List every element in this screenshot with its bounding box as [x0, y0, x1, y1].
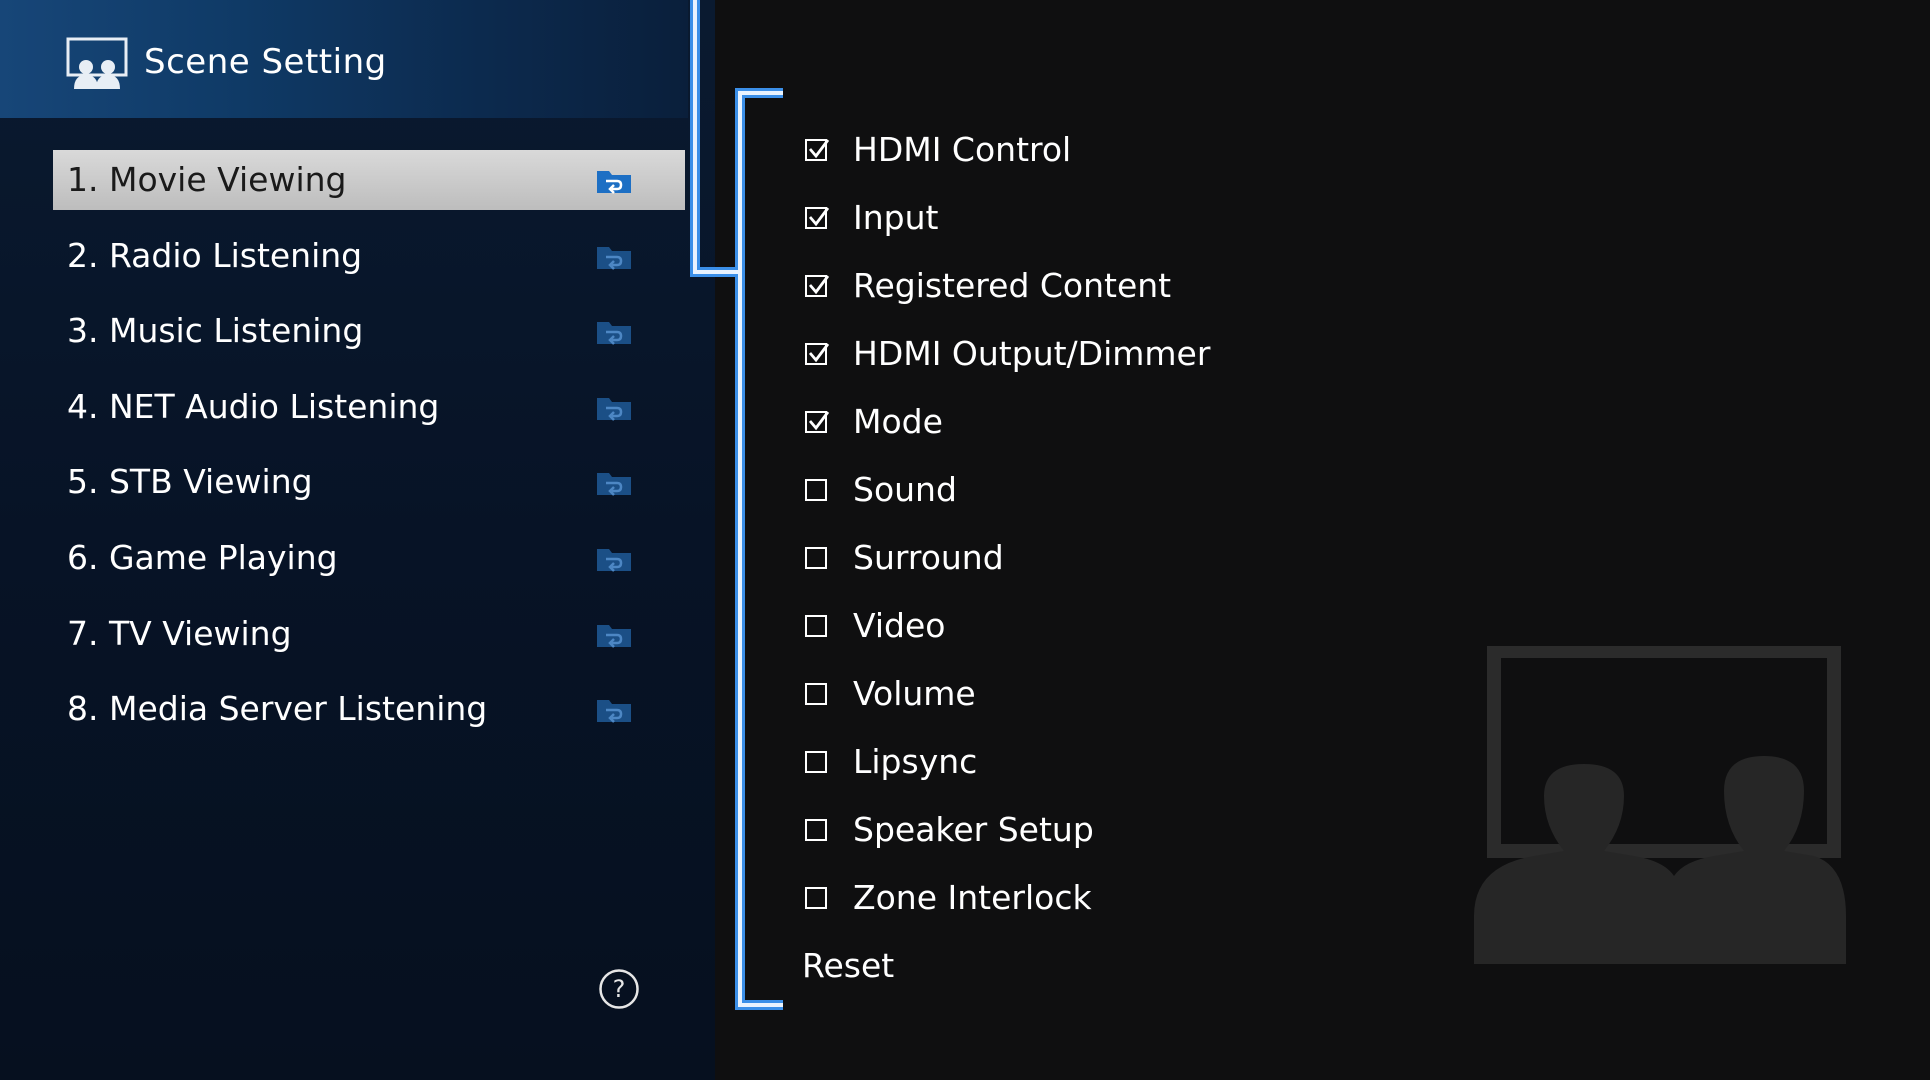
option-label: Lipsync — [853, 742, 978, 781]
option-label: Speaker Setup — [853, 810, 1094, 849]
scene-item-label: 2. Radio Listening — [67, 235, 363, 275]
scene-item-label: 3. Music Listening — [67, 311, 364, 351]
checkbox-checked-icon[interactable] — [805, 139, 830, 161]
checkbox-empty-icon[interactable] — [805, 615, 827, 637]
checkbox-empty-icon[interactable] — [805, 887, 827, 909]
scene-item-label: 8. Media Server Listening — [67, 689, 488, 729]
option-label: Sound — [853, 470, 957, 509]
checkbox-checked-icon[interactable] — [805, 343, 830, 365]
selection-bracket — [690, 0, 783, 1010]
option-label: Surround — [853, 538, 1004, 577]
reset-label: Reset — [802, 946, 895, 985]
option-label: Zone Interlock — [853, 878, 1092, 917]
scene-item-label: 4. NET Audio Listening — [67, 386, 440, 426]
scene-item[interactable]: 7. TV Viewing — [53, 604, 685, 664]
scene-item[interactable]: 6. Game Playing — [53, 528, 685, 588]
checkbox-empty-icon[interactable] — [805, 547, 827, 569]
option-label: HDMI Control — [853, 130, 1072, 169]
scene-item[interactable]: 4. NET Audio Listening — [53, 377, 685, 437]
option-label: Mode — [853, 402, 943, 441]
scene-recall-icon[interactable] — [595, 394, 633, 422]
scene-recall-icon[interactable] — [595, 696, 633, 724]
option-label: Registered Content — [853, 266, 1172, 305]
option-label: Video — [853, 606, 946, 645]
help-icon[interactable]: ? — [598, 968, 640, 1010]
scene-recall-icon[interactable] — [595, 318, 633, 346]
scene-item[interactable]: 3. Music Listening — [53, 301, 685, 361]
scene-recall-icon[interactable] — [595, 167, 633, 195]
scene-item-label: 6. Game Playing — [67, 537, 338, 577]
scene-list-panel: Scene Setting 1. Movie Viewing 2. Radio L… — [0, 0, 715, 1080]
scene-item[interactable]: 1. Movie Viewing — [53, 150, 685, 210]
scene-item-label: 7. TV Viewing — [67, 613, 292, 653]
checkbox-checked-icon[interactable] — [805, 207, 830, 229]
header-bar: Scene Setting — [0, 0, 688, 118]
scene-recall-icon[interactable] — [595, 545, 633, 573]
option-label: HDMI Output/Dimmer — [853, 334, 1211, 373]
scene-recall-icon[interactable] — [595, 469, 633, 497]
option-label: Volume — [853, 674, 976, 713]
checkbox-empty-icon[interactable] — [805, 819, 827, 841]
scene-item-label: 5. STB Viewing — [67, 462, 313, 502]
scene-people-icon — [66, 37, 128, 89]
scene-recall-icon[interactable] — [595, 621, 633, 649]
scene-item[interactable]: 5. STB Viewing — [53, 452, 685, 512]
scene-list: 1. Movie Viewing 2. Radio Listening 3. Mus… — [53, 150, 685, 755]
scene-item[interactable]: 2. Radio Listening — [53, 226, 685, 286]
scene-item[interactable]: 8. Media Server Listening — [53, 679, 685, 739]
scene-item-label: 1. Movie Viewing — [67, 160, 347, 199]
option-label: Input — [853, 198, 939, 237]
checkbox-empty-icon[interactable] — [805, 683, 827, 705]
checkbox-checked-icon[interactable] — [805, 275, 830, 297]
page-title: Scene Setting — [144, 42, 387, 82]
checkbox-checked-icon[interactable] — [805, 411, 830, 433]
audience-silhouette-icon — [1474, 646, 1846, 964]
scene-recall-icon[interactable] — [595, 243, 633, 271]
checkbox-empty-icon[interactable] — [805, 751, 827, 773]
svg-text:?: ? — [613, 975, 626, 1003]
checkbox-empty-icon[interactable] — [805, 479, 827, 501]
scene-setting-screen: Scene Setting 1. Movie Viewing 2. Radio L… — [0, 0, 1930, 1080]
